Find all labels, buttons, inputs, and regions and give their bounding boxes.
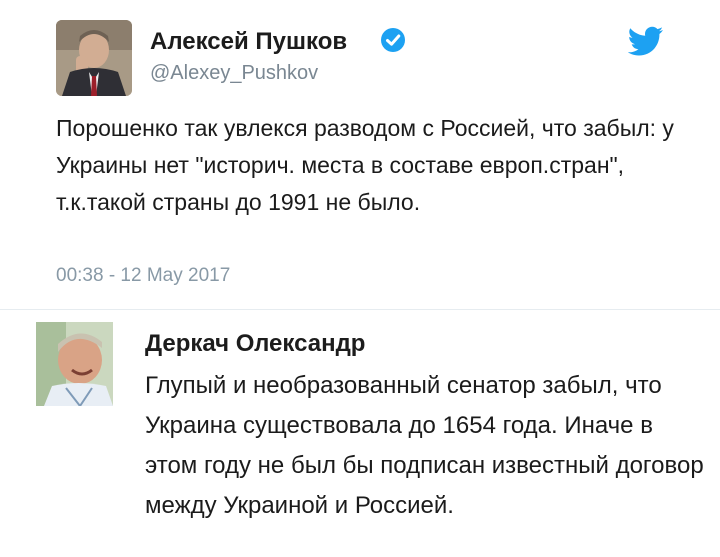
divider — [0, 309, 720, 310]
reply-avatar[interactable] — [36, 322, 113, 406]
reply-text: Глупый и необразованный сенатор забыл, ч… — [145, 372, 704, 519]
tweet-timestamp[interactable]: 00:38 - 12 May 2017 — [56, 265, 230, 287]
author-handle[interactable]: @Alexey_Pushkov — [150, 62, 318, 85]
author-name[interactable]: Алексей Пушков — [150, 28, 347, 56]
avatar[interactable] — [56, 20, 132, 96]
twitter-bird-icon[interactable] — [628, 26, 664, 56]
tweet-card: Алексей Пушков @Alexey_Pushkov Порошенко… — [0, 0, 720, 312]
tweet-text: Порошенко так увлекся разводом с Россией… — [56, 115, 674, 215]
verified-badge-icon — [381, 28, 405, 52]
reply-author-name[interactable]: Деркач Олександр — [145, 330, 365, 358]
avatar-photo — [56, 20, 132, 96]
reply-avatar-photo — [36, 322, 113, 406]
